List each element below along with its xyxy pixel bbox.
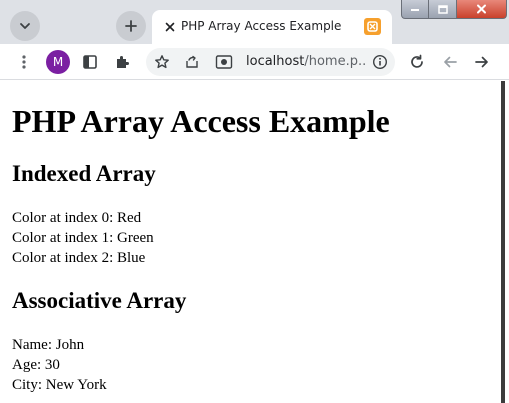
section-title-associative: Associative Array [12,288,187,313]
back-button[interactable] [438,50,462,74]
tab-close-button[interactable] [162,19,178,35]
menu-button[interactable] [12,50,36,74]
star-icon [155,55,169,69]
forward-button[interactable] [470,50,494,74]
active-tab[interactable]: PHP Array Access Example [152,10,392,44]
maximize-button[interactable] [429,0,457,19]
browser-window: PHP Array Access Example M localhost/hom… [0,0,509,403]
minimize-button[interactable] [401,0,429,19]
reload-icon [411,54,423,68]
list-item: City: New York [12,377,107,393]
xampp-favicon-icon [364,18,381,35]
minimize-icon [411,9,419,11]
page-title: PHP Array Access Example [12,103,390,139]
reload-button[interactable] [405,50,429,74]
site-info-button[interactable] [212,50,236,74]
close-icon [165,22,175,32]
share-button[interactable] [180,50,204,74]
url-text[interactable]: localhost/home.p... [246,54,366,69]
chevron-down-icon [20,23,30,29]
info-icon [372,54,388,70]
window-controls [401,0,507,19]
puzzle-icon [117,56,129,68]
side-panel-button[interactable] [78,50,102,74]
share-icon [186,55,198,68]
new-tab-button[interactable] [116,11,146,41]
section-title-indexed: Indexed Array [12,161,156,186]
address-bar[interactable]: localhost/home.p... [146,48,395,76]
arrow-right-icon [475,56,488,68]
url-host: localhost [246,54,305,69]
side-panel-icon [83,55,97,69]
browser-toolbar: M localhost/home.p... [0,44,509,80]
profile-avatar[interactable]: M [46,50,70,74]
list-item: Name: John [12,337,85,353]
list-item: Color at index 1: Green [12,230,154,246]
arrow-left-icon [444,56,457,68]
tab-strip: PHP Array Access Example [0,0,509,44]
url-path: /home.p... [304,54,366,69]
page-content: PHP Array Access Example Indexed Array C… [0,81,505,403]
close-icon [477,4,486,14]
plus-icon [125,20,137,32]
maximize-icon [437,4,448,14]
kebab-menu-icon [22,55,26,69]
bookmark-button[interactable] [150,50,174,74]
extensions-button[interactable] [110,50,134,74]
list-item: Color at index 2: Blue [12,250,146,266]
info-button[interactable] [368,50,392,74]
close-window-button[interactable] [457,0,507,19]
tab-title: PHP Array Access Example [181,19,342,33]
list-item: Color at index 0: Red [12,210,142,226]
tab-search-button[interactable] [10,11,40,41]
site-info-icon [215,55,233,69]
list-item: Age: 30 [12,357,60,373]
